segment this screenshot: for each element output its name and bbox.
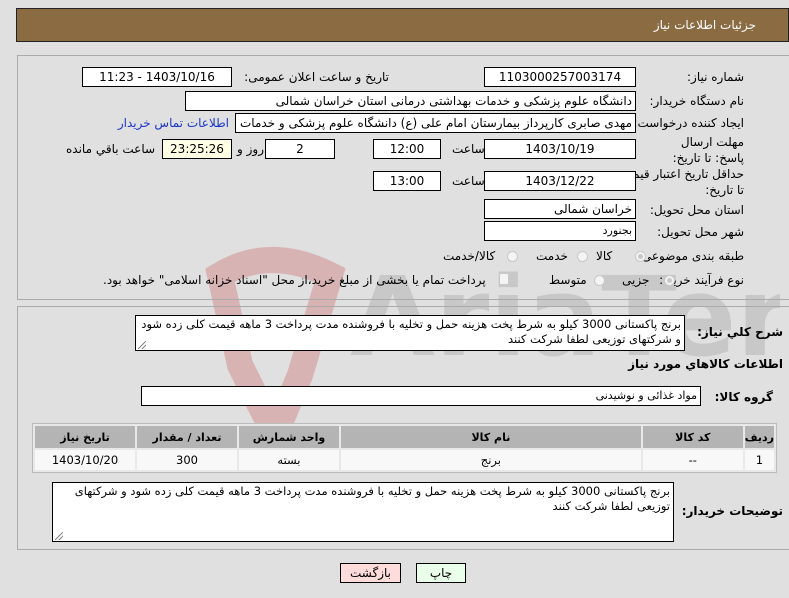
announce-datetime-field: 1403/10/16 - 11:23	[82, 67, 232, 87]
col-need-date: تاریخ نیاز	[35, 426, 136, 448]
purchase-type-medium-label: متوسط	[549, 273, 587, 287]
description-textarea[interactable]: برنج پاکستانی 3000 کیلو به شرط پخت هزینه…	[135, 315, 685, 351]
purchase-type-medium-radio[interactable]	[594, 275, 605, 286]
resize-grip-icon[interactable]	[138, 341, 146, 349]
item-group-label: گروه کالا:	[714, 390, 773, 404]
need-number-label: شماره نیاز:	[687, 70, 744, 84]
print-button[interactable]: چاپ	[416, 563, 466, 583]
cell-row-number: 1	[744, 450, 774, 470]
buyer-contact-link[interactable]: اطلاعات تماس خریدار	[118, 116, 229, 130]
response-deadline-time: 12:00	[373, 139, 441, 159]
remaining-time-field: 23:25:26	[162, 139, 232, 159]
requester-field: مهدی صابری کارپرداز بیمارستان امام علی (…	[235, 113, 636, 133]
buyer-org-label: نام دستگاه خریدار:	[649, 94, 745, 108]
resize-grip-icon[interactable]	[55, 532, 63, 540]
response-deadline-date: 1403/10/19	[484, 139, 636, 159]
delivery-province-label: استان محل تحویل:	[649, 203, 744, 217]
treasury-note: پرداخت تمام یا بخشی از مبلغ خرید،از محل …	[103, 273, 486, 287]
subject-class-service-label: خدمت	[536, 249, 568, 263]
buyer-notes-textarea[interactable]: برنج پاکستانی 3000 کیلو به شرط پخت هزینه…	[52, 482, 674, 542]
description-text: برنج پاکستانی 3000 کیلو به شرط پخت هزینه…	[141, 317, 681, 346]
purchase-type-minor-radio[interactable]	[664, 275, 675, 286]
col-item-name: نام کالا	[340, 426, 641, 448]
requester-label: ایجاد کننده درخواست:	[633, 116, 744, 130]
subject-class-both-label: کالا/خدمت	[443, 249, 496, 263]
cell-quantity: 300	[137, 450, 237, 470]
cell-unit: بسته	[238, 450, 339, 470]
price-validity-time-label: ساعت	[452, 174, 485, 188]
subject-class-goods-label: کالا	[596, 249, 613, 263]
items-table: ردیف کد کالا نام کالا واحد شمارش تعداد /…	[32, 423, 777, 473]
item-group-field: مواد غذائی و نوشیدنی	[141, 386, 701, 406]
need-number-field: 1103000257003174	[484, 67, 636, 87]
buyer-org-field: دانشگاه علوم پزشکی و خدمات بهداشتی درمان…	[185, 91, 636, 111]
cell-need-date: 1403/10/20	[35, 450, 136, 470]
price-validity-time: 13:00	[373, 171, 441, 191]
remaining-time-label: ساعت باقي مانده	[66, 142, 156, 156]
col-item-code: کد کالا	[642, 426, 743, 448]
page-title: جزئیات اطلاعات نیاز	[653, 18, 756, 32]
purchase-type-minor-label: جزیی	[622, 273, 650, 287]
delivery-city-label: شهر محل تحویل:	[657, 225, 744, 239]
col-quantity: تعداد / مقدار	[137, 426, 237, 448]
remaining-days-field: 2	[265, 139, 335, 159]
buyer-notes-text: برنج پاکستانی 3000 کیلو به شرط پخت هزینه…	[74, 484, 670, 513]
col-unit: واحد شمارش	[238, 426, 339, 448]
col-row-number: ردیف	[744, 426, 774, 448]
subject-class-service-radio[interactable]	[577, 251, 588, 262]
delivery-city-field: بجنورد	[484, 221, 636, 241]
delivery-province-field: خراسان شمالی	[484, 199, 636, 219]
buyer-notes-label: توضیحات خریدار:	[681, 504, 783, 518]
description-label: شرح کلي نیاز:	[697, 325, 783, 339]
response-deadline-time-label: ساعت	[452, 142, 485, 156]
page-header: جزئیات اطلاعات نیاز	[16, 8, 789, 42]
table-row: 1 -- برنج بسته 300 1403/10/20	[35, 450, 774, 470]
back-button[interactable]: بازگشت	[340, 563, 401, 583]
subject-class-both-radio[interactable]	[507, 251, 518, 262]
days-label: روز و	[237, 142, 264, 156]
announce-datetime-label: تاریخ و ساعت اعلان عمومی:	[244, 70, 389, 84]
price-validity-date: 1403/12/22	[484, 171, 636, 191]
cell-item-name: برنج	[340, 450, 641, 470]
response-deadline-label: مهلت ارسال پاسخ: تا تاریخ:	[672, 135, 744, 165]
items-table-header: ردیف کد کالا نام کالا واحد شمارش تعداد /…	[35, 426, 774, 448]
treasury-checkbox[interactable]	[499, 273, 509, 285]
subject-class-goods-radio[interactable]	[635, 251, 646, 262]
cell-item-code: --	[642, 450, 743, 470]
subject-class-label: طبقه بندی موضوعی:	[637, 249, 744, 263]
items-section-title: اطلاعات کالاهاي مورد نیاز	[628, 357, 783, 371]
